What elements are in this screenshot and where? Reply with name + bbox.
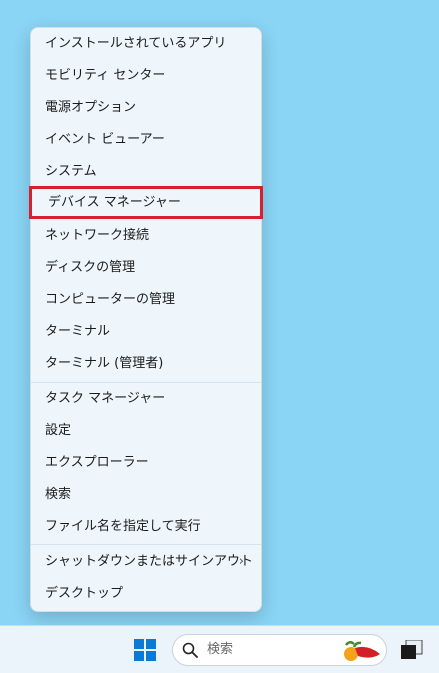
menu-item-network-connections[interactable]: ネットワーク接続 <box>36 221 256 251</box>
menu-item-event-viewer[interactable]: イベント ビューアー <box>36 125 256 155</box>
chili-pepper-icon <box>338 636 384 664</box>
chevron-right-icon: › <box>238 554 244 569</box>
search-icon <box>182 642 198 658</box>
menu-item-task-manager[interactable]: タスク マネージャー <box>36 384 256 414</box>
menu-separator <box>31 544 261 545</box>
menu-item-terminal-admin[interactable]: ターミナル (管理者) <box>36 349 256 379</box>
menu-item-device-manager[interactable]: デバイス マネージャー <box>29 186 263 219</box>
menu-separator <box>31 382 261 383</box>
task-view-icon[interactable] <box>401 639 423 660</box>
menu-item-mobility-center[interactable]: モビリティ センター <box>36 61 256 91</box>
windows-logo-icon[interactable] <box>134 639 156 661</box>
taskbar: 検索 <box>0 625 439 673</box>
menu-item-installed-apps[interactable]: インストールされているアプリ <box>36 29 256 59</box>
menu-item-power-options[interactable]: 電源オプション <box>36 93 256 123</box>
menu-item-terminal[interactable]: ターミナル <box>36 317 256 347</box>
menu-item-label: シャットダウンまたはサインアウト <box>45 554 254 569</box>
search-placeholder: 検索 <box>207 642 234 657</box>
menu-item-run[interactable]: ファイル名を指定して実行 <box>36 512 256 542</box>
menu-item-search[interactable]: 検索 <box>36 480 256 510</box>
menu-item-settings[interactable]: 設定 <box>36 416 256 446</box>
taskbar-search-box[interactable]: 検索 <box>172 634 387 666</box>
menu-item-desktop[interactable]: デスクトップ <box>36 579 256 609</box>
menu-item-disk-management[interactable]: ディスクの管理 <box>36 253 256 283</box>
menu-item-shutdown-signout[interactable]: シャットダウンまたはサインアウト › <box>36 547 256 577</box>
menu-item-explorer[interactable]: エクスプローラー <box>36 448 256 478</box>
menu-item-system[interactable]: システム <box>36 157 256 187</box>
menu-item-computer-management[interactable]: コンピューターの管理 <box>36 285 256 315</box>
winx-context-menu: インストールされているアプリ モビリティ センター 電源オプション イベント ビ… <box>29 27 263 612</box>
